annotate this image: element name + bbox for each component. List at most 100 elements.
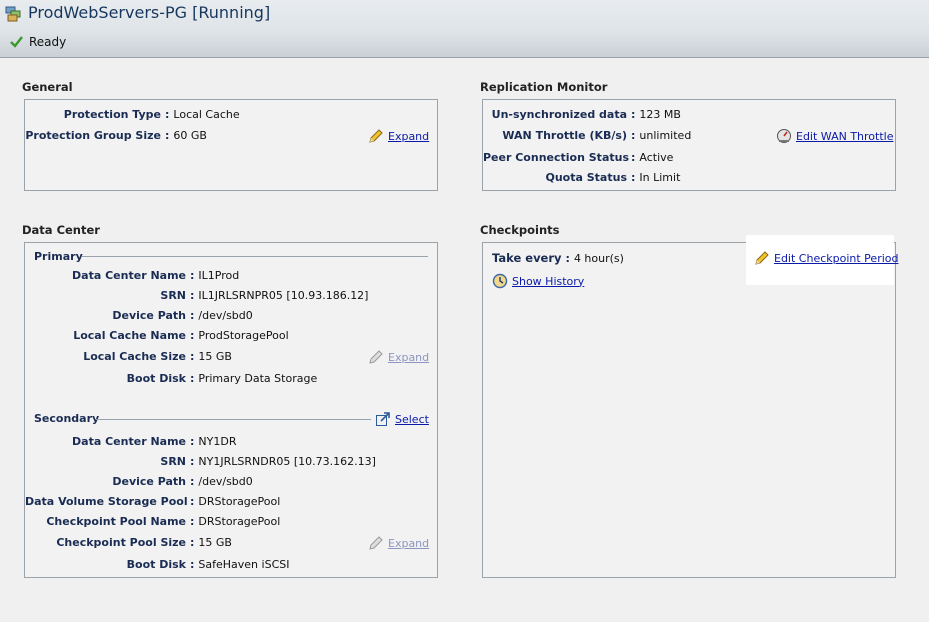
- divider: [82, 256, 428, 257]
- field-value: 15 GB: [198, 535, 232, 549]
- pencil-icon: [369, 129, 383, 143]
- general-title: General: [22, 80, 73, 94]
- highlight-box: Edit Checkpoint Period: [746, 235, 899, 285]
- field-value: 123 MB: [639, 107, 681, 121]
- divider: [96, 419, 371, 420]
- edit-checkpoint-period-action[interactable]: Edit Checkpoint Period: [754, 250, 899, 266]
- field-label: Checkpoint Pool Size: [56, 535, 186, 549]
- field-label: Device Path: [112, 308, 186, 322]
- checkpoints-title: Checkpoints: [480, 223, 560, 237]
- edit-checkpoint-period-link[interactable]: Edit Checkpoint Period: [774, 252, 899, 265]
- select-arrow-icon: [376, 412, 390, 426]
- field-label: Data Volume Storage Pool: [25, 494, 188, 508]
- field-label: SRN: [160, 288, 186, 302]
- secondary-heading: Secondary: [34, 412, 103, 425]
- datacenter-panel: Primary Data Center Name: IL1Prod SRN: IL1…: [24, 242, 438, 578]
- secondary-row: SRN: NY1JRLSRNDR05 [10.73.162.13]: [25, 453, 376, 469]
- replication-row: Quota Status: In Limit: [483, 169, 681, 185]
- status-bar: Ready: [10, 35, 66, 49]
- primary-row: SRN: IL1JRLSRNPR05 [10.93.186.12]: [25, 287, 368, 303]
- pencil-icon: [369, 536, 383, 550]
- field-label: SRN: [160, 454, 186, 468]
- field-label: Device Path: [112, 474, 186, 488]
- secondary-row: Boot Disk: SafeHaven iSCSI: [25, 556, 290, 572]
- field-value: DRStoragePool: [198, 514, 281, 528]
- primary-heading-label: Primary: [34, 250, 83, 263]
- field-label: Protection Group Size: [25, 128, 161, 142]
- replication-panel: Un-synchronized data:123 MB WAN Throttle…: [482, 99, 896, 191]
- secondary-row: Data Center Name: NY1DR: [25, 433, 236, 449]
- general-row: Protection Type: Local Cache: [25, 106, 240, 122]
- primary-expand-action[interactable]: Expand: [368, 349, 429, 365]
- replication-row: WAN Throttle (KB/s): unlimited: [483, 127, 691, 143]
- field-value: Active: [639, 150, 674, 164]
- replication-row: Un-synchronized data:123 MB: [483, 106, 681, 122]
- status-text: Ready: [29, 35, 67, 49]
- field-label: WAN Throttle (KB/s): [502, 128, 627, 142]
- secondary-row: Checkpoint Pool Size:15 GB: [25, 534, 232, 550]
- field-value: SafeHaven iSCSI: [198, 557, 290, 571]
- secondary-row: Device Path:/dev/sbd0: [25, 473, 253, 489]
- secondary-row: Checkpoint Pool Name: DRStoragePool: [25, 513, 280, 529]
- field-label: Boot Disk: [126, 371, 186, 385]
- field-label: Data Center Name: [72, 434, 186, 448]
- field-value: In Limit: [639, 170, 681, 184]
- primary-row: Device Path:/dev/sbd0: [25, 307, 252, 323]
- field-label: Boot Disk: [126, 557, 186, 571]
- primary-row: Local Cache Name: ProdStoragePool: [25, 327, 289, 343]
- expand-link[interactable]: Expand: [388, 130, 429, 143]
- expand-link[interactable]: Expand: [388, 537, 429, 550]
- secondary-expand-action[interactable]: Expand: [368, 535, 429, 551]
- checkmark-icon: [10, 36, 23, 48]
- clock-icon: [492, 273, 508, 289]
- field-value: IL1Prod: [198, 268, 240, 282]
- general-panel: Protection Type: Local Cache Protection G…: [24, 99, 438, 191]
- primary-row: Data Center Name: IL1Prod: [25, 267, 239, 283]
- replication-title: Replication Monitor: [480, 80, 608, 94]
- field-label: Local Cache Size: [83, 349, 186, 363]
- field-value: NY1DR: [198, 434, 237, 448]
- secondary-row: Data Volume Storage Pool: DRStoragePool: [25, 494, 281, 508]
- edit-wan-throttle-action[interactable]: Edit WAN Throttle: [776, 128, 893, 144]
- field-label: Protection Type: [63, 107, 161, 121]
- select-link[interactable]: Select: [395, 413, 429, 426]
- window-title: ProdWebServers-PG [Running]: [28, 3, 271, 22]
- pencil-icon: [369, 350, 383, 364]
- field-value: /dev/sbd0: [198, 474, 253, 488]
- field-value: Primary Data Storage: [198, 371, 318, 385]
- take-every-row: Take every:4 hour(s): [492, 251, 624, 265]
- show-history-action[interactable]: Show History: [492, 273, 584, 289]
- servers-icon: [5, 6, 21, 22]
- field-value: Local Cache: [173, 107, 240, 121]
- general-row: Protection Group Size:60 GB: [25, 128, 207, 142]
- take-every-label: Take every: [492, 251, 562, 265]
- checkpoints-panel: Take every:4 hour(s) Show History: [482, 242, 896, 578]
- speedometer-icon: [777, 129, 791, 143]
- field-value: IL1JRLSRNPR05 [10.93.186.12]: [198, 288, 369, 302]
- replication-row: Peer Connection Status: Active: [483, 150, 674, 164]
- field-label: Checkpoint Pool Name: [46, 514, 186, 528]
- expand-link[interactable]: Expand: [388, 351, 429, 364]
- general-expand-action[interactable]: Expand: [368, 128, 429, 144]
- take-every-value: 4 hour(s): [573, 251, 624, 265]
- field-value: NY1JRLSRNDR05 [10.73.162.13]: [198, 454, 376, 468]
- primary-row: Boot Disk: Primary Data Storage: [25, 370, 318, 386]
- datacenter-title: Data Center: [22, 223, 100, 237]
- field-value: ProdStoragePool: [198, 328, 289, 342]
- field-value: 15 GB: [198, 349, 232, 363]
- field-label: Local Cache Name: [73, 328, 186, 342]
- edit-wan-throttle-link[interactable]: Edit WAN Throttle: [796, 130, 893, 143]
- field-label: Un-synchronized data: [491, 107, 627, 121]
- field-label: Quota Status: [545, 170, 628, 184]
- show-history-link[interactable]: Show History: [512, 275, 584, 288]
- primary-heading: Primary: [34, 250, 87, 263]
- primary-row: Local Cache Size:15 GB: [25, 348, 232, 364]
- secondary-heading-label: Secondary: [34, 412, 100, 425]
- field-label: Peer Connection Status: [483, 150, 629, 164]
- window-header: ProdWebServers-PG [Running] Ready: [0, 0, 929, 58]
- select-action[interactable]: Select: [375, 411, 429, 427]
- field-label: Data Center Name: [72, 268, 186, 282]
- pencil-icon: [755, 251, 769, 265]
- field-value: unlimited: [639, 128, 692, 142]
- field-value: 60 GB: [173, 128, 207, 142]
